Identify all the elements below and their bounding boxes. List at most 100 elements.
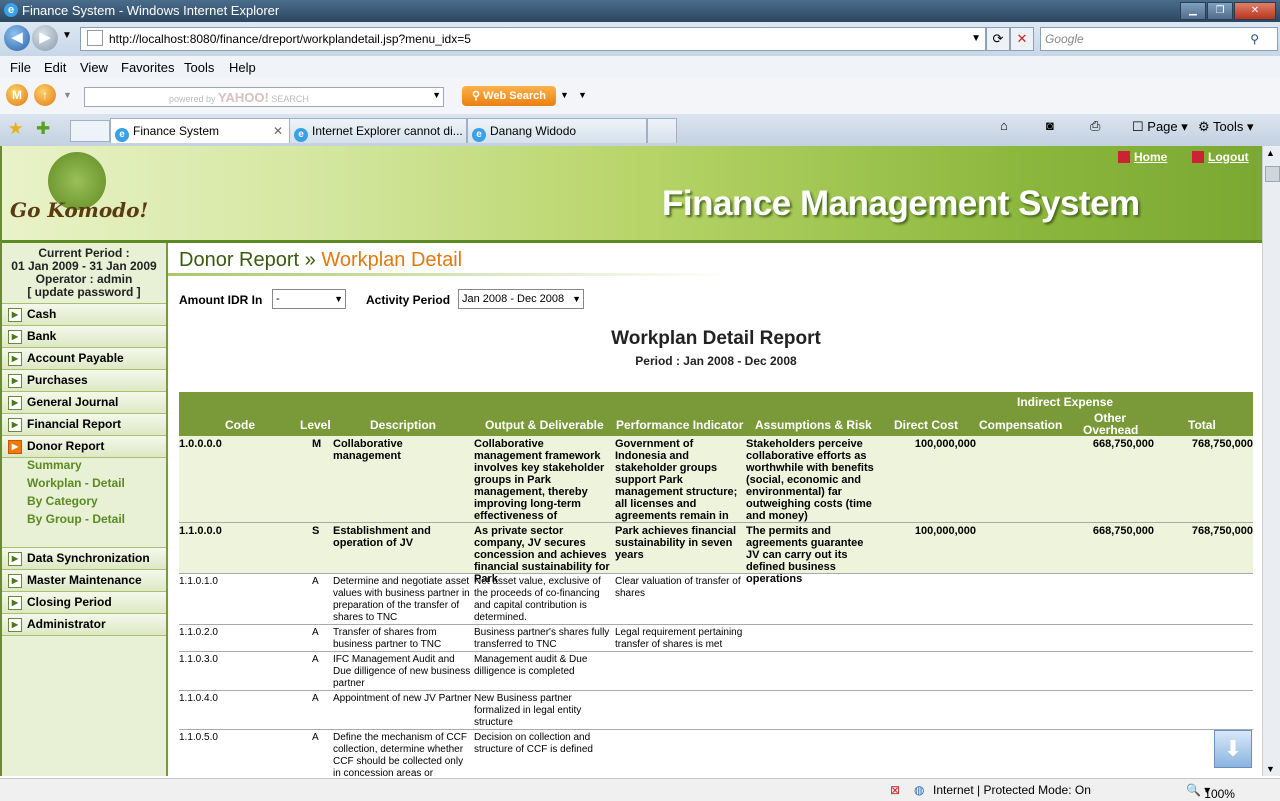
home-link[interactable]: Home <box>1118 150 1167 164</box>
sidebar-item-donor-report[interactable]: ▶ Donor Report <box>2 435 166 458</box>
header-total: Total <box>1188 418 1216 432</box>
amount-select[interactable]: - ▼ <box>272 289 346 309</box>
search-icon[interactable]: ⚲ <box>1246 28 1259 50</box>
sidebar-item-financial-report[interactable]: ▶ Financial Report <box>2 413 166 436</box>
print-icon[interactable]: ⎙ <box>1090 118 1100 134</box>
sidebar-item-label: Purchases <box>27 373 88 387</box>
table-row: 1.1.0.1.0 A Determine and negotiate asse… <box>179 574 1253 625</box>
scrollbar-thumb[interactable] <box>1265 166 1280 182</box>
sidebar-sub-summary[interactable]: Summary <box>27 458 82 472</box>
tab-ie-icon: e <box>472 128 486 142</box>
scroll-down-arrow-icon[interactable]: ⬇ <box>1214 730 1252 768</box>
back-button[interactable]: ◀ <box>4 25 30 51</box>
scroll-down-icon[interactable]: ▼ <box>1266 764 1275 774</box>
cell-other-overhead: 668,750,000 <box>1092 438 1154 450</box>
page-menu[interactable]: ☐ Page ▾ <box>1132 119 1188 135</box>
address-dropdown-icon[interactable]: ▼ <box>971 28 981 50</box>
activity-period-select[interactable]: Jan 2008 - Dec 2008 ▼ <box>458 289 584 309</box>
breadcrumb-separator: » <box>299 249 322 271</box>
maximize-button[interactable]: ❐ <box>1207 2 1233 20</box>
tab-label: Internet Explorer cannot di... <box>312 124 463 138</box>
logout-icon <box>1192 151 1204 163</box>
header-description: Description <box>370 418 437 432</box>
stop-button[interactable]: ✕ <box>1010 27 1034 51</box>
web-search-button[interactable]: ⚲ Web Search <box>462 86 556 106</box>
quick-tabs-button[interactable] <box>70 120 110 142</box>
window-title-bar: e Finance System - Windows Internet Expl… <box>0 0 1280 22</box>
yahoo-input-dropdown-icon[interactable]: ▼ <box>432 90 441 100</box>
messenger-icon[interactable]: M <box>6 84 28 106</box>
close-window-button[interactable]: ✕ <box>1234 2 1276 20</box>
expand-icon: ▶ <box>8 618 22 632</box>
scroll-up-icon[interactable]: ▲ <box>1266 148 1275 158</box>
activity-period-value: Jan 2008 - Dec 2008 <box>462 293 565 305</box>
sidebar-sub-workplan-detail[interactable]: Workplan - Detail <box>27 476 125 490</box>
refresh-button[interactable]: ⟳ <box>986 27 1010 51</box>
blocked-icon[interactable]: ⊠ <box>890 783 900 797</box>
expand-icon: ▶ <box>8 330 22 344</box>
tab-danang-widodo[interactable]: e Danang Widodo <box>467 118 647 143</box>
header-direct-cost: Direct Cost <box>894 418 959 432</box>
sidebar-item-administrator[interactable]: ▶ Administrator <box>2 613 166 636</box>
cell-description: Establishment and operation of JV <box>333 525 431 549</box>
window-title: Finance System - Windows Internet Explor… <box>22 3 280 18</box>
table-row: 1.1.0.4.0 A Appointment of new JV Partne… <box>179 691 1253 730</box>
minimize-button[interactable]: ▁ <box>1180 2 1206 20</box>
sidebar-item-cash[interactable]: ▶ Cash <box>2 303 166 326</box>
menu-tools[interactable]: Tools <box>184 60 214 75</box>
yahoo-dropdown-icon[interactable]: ▼ <box>63 90 72 100</box>
menu-edit[interactable]: Edit <box>44 60 66 75</box>
yahoo-up-icon[interactable]: ↑ <box>34 84 56 106</box>
search-input[interactable]: Google ⚲ <box>1040 27 1278 51</box>
cell-level: A <box>312 627 319 638</box>
sidebar-item-account-payable[interactable]: ▶ Account Payable <box>2 347 166 370</box>
sidebar-item-label: Administrator <box>27 617 106 631</box>
cell-level: A <box>312 732 319 743</box>
cell-description: Transfer of shares from business partner… <box>333 627 442 650</box>
sidebar-sub-by-group-detail[interactable]: By Group - Detail <box>27 512 125 526</box>
sidebar-item-general-journal[interactable]: ▶ General Journal <box>2 391 166 414</box>
cell-code: 1.1.0.4.0 <box>179 693 218 704</box>
update-password-link[interactable]: [ update password ] <box>2 286 166 299</box>
report-period: Period : Jan 2008 - Dec 2008 <box>635 354 797 368</box>
menu-view[interactable]: View <box>80 60 108 75</box>
sidebar-item-master-maintenance[interactable]: ▶ Master Maintenance <box>2 569 166 592</box>
tab-ie-cannot-display[interactable]: e Internet Explorer cannot di... <box>289 118 467 143</box>
sidebar-sub-by-category[interactable]: By Category <box>27 494 98 508</box>
new-tab-button[interactable] <box>647 118 677 143</box>
home-icon[interactable]: ⌂ <box>1000 118 1008 133</box>
table-header: Code Level Description Output & Delivera… <box>179 392 1253 436</box>
cell-level: A <box>312 654 319 665</box>
chevron-down-icon: ▼ <box>334 294 343 304</box>
vertical-scrollbar[interactable]: ▲ ▼ <box>1262 146 1280 776</box>
tab-close-icon[interactable]: ✕ <box>273 119 283 143</box>
recent-pages-dropdown-icon[interactable]: ▼ <box>62 30 72 41</box>
menu-favorites[interactable]: Favorites <box>121 60 174 75</box>
add-favorite-icon[interactable]: ✚ <box>36 119 50 139</box>
yahoo-search-input[interactable]: powered by YAHOO! SEARCH ▼ <box>84 87 444 107</box>
logout-link[interactable]: Logout <box>1192 150 1249 164</box>
zoom-level[interactable]: 🔍 100% ▾ <box>1186 783 1235 801</box>
web-search-dropdown-icon[interactable]: ▼ <box>560 90 569 100</box>
address-bar[interactable]: http://localhost:8080/finance/dreport/wo… <box>80 27 986 51</box>
header-output: Output & Deliverable <box>485 418 604 432</box>
page-icon <box>87 30 103 46</box>
sidebar-item-purchases[interactable]: ▶ Purchases <box>2 369 166 392</box>
breadcrumb-parent[interactable]: Donor Report <box>179 249 299 271</box>
favorites-star-icon[interactable]: ★ <box>8 119 23 139</box>
tools-menu[interactable]: ⚙ Tools ▾ <box>1198 119 1254 135</box>
menu-help[interactable]: Help <box>229 60 256 75</box>
expand-icon: ▶ <box>8 396 22 410</box>
table-row: 1.1.0.0.0 S Establishment and operation … <box>179 523 1253 585</box>
forward-button[interactable]: ▶ <box>32 25 58 51</box>
sidebar-item-data-synchronization[interactable]: ▶ Data Synchronization <box>2 547 166 570</box>
sidebar-item-closing-period[interactable]: ▶ Closing Period <box>2 591 166 614</box>
menu-file[interactable]: File <box>10 60 31 75</box>
cell-output: Net asset value, exclusive of the procee… <box>474 576 601 623</box>
toolbar-options-icon[interactable]: ▼ <box>578 90 587 100</box>
cell-code: 1.1.0.1.0 <box>179 576 218 587</box>
cell-level: M <box>312 438 322 450</box>
feeds-icon[interactable]: ◙ <box>1046 118 1054 133</box>
tab-finance-system[interactable]: e Finance System ✕ <box>110 118 290 143</box>
sidebar-item-bank[interactable]: ▶ Bank <box>2 325 166 348</box>
